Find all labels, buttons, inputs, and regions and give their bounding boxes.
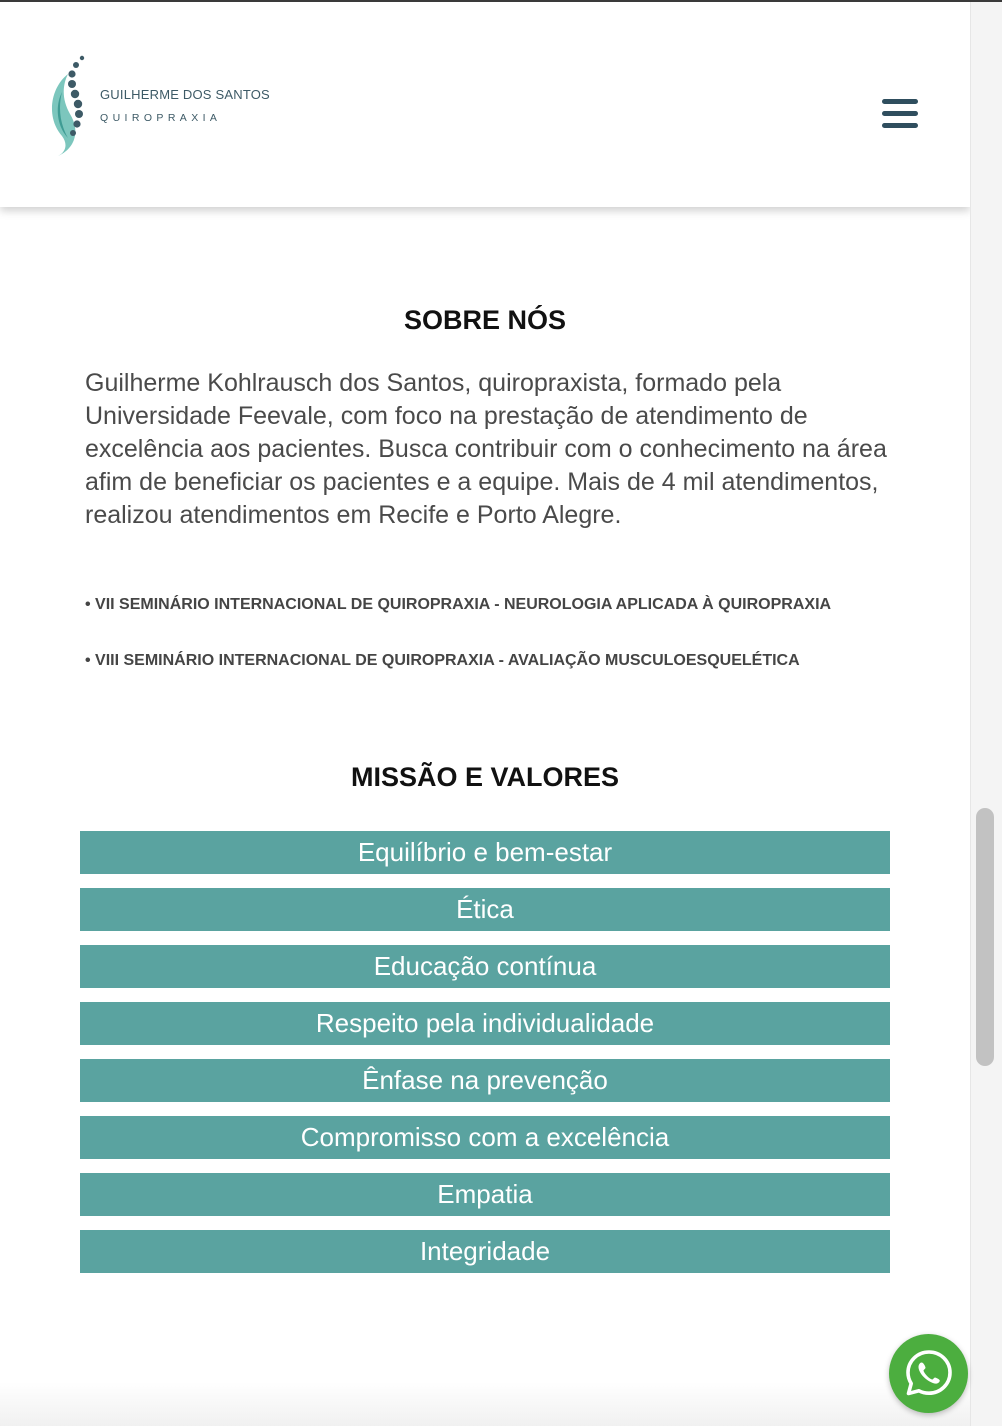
value-item-empathy: Empatia bbox=[80, 1173, 890, 1216]
brand-name: GUILHERME DOS SANTOS bbox=[100, 87, 270, 102]
scrollbar-thumb[interactable] bbox=[976, 808, 994, 1066]
certification-item: • VII SEMINÁRIO INTERNACIONAL DE QUIROPR… bbox=[85, 596, 832, 613]
certification-item: • VIII SEMINÁRIO INTERNACIONAL DE QUIROP… bbox=[85, 652, 800, 669]
scrollbar-track[interactable] bbox=[970, 2, 1002, 1426]
value-item-education: Educação contínua bbox=[80, 945, 890, 988]
hamburger-menu-icon[interactable] bbox=[882, 99, 918, 129]
brand-logo[interactable]: GUILHERME DOS SANTOS QUIROPRAXIA bbox=[46, 52, 270, 162]
value-item-balance: Equilíbrio e bem-estar bbox=[80, 831, 890, 874]
value-item-ethics: Ética bbox=[80, 888, 890, 931]
value-item-prevention: Ênfase na prevenção bbox=[80, 1059, 890, 1102]
value-item-excellence: Compromisso com a excelência bbox=[80, 1116, 890, 1159]
site-header: GUILHERME DOS SANTOS QUIROPRAXIA bbox=[0, 2, 970, 207]
bottom-fade bbox=[0, 1382, 970, 1426]
about-title: SOBRE NÓS bbox=[403, 305, 567, 335]
values-title: MISSÃO E VALORES bbox=[350, 762, 620, 792]
value-item-respect: Respeito pela individualidade bbox=[80, 1002, 890, 1045]
whatsapp-icon bbox=[906, 1350, 952, 1396]
page-viewport: GUILHERME DOS SANTOS QUIROPRAXIA SOBRE N… bbox=[0, 2, 970, 1426]
value-item-integrity: Integridade bbox=[80, 1230, 890, 1273]
spine-logo-icon bbox=[51, 55, 85, 156]
about-description: Guilherme Kohlrausch dos Santos, quiropr… bbox=[85, 369, 887, 529]
whatsapp-button[interactable] bbox=[889, 1334, 968, 1413]
values-list: Equilíbrio e bem-estar Ética Educação co… bbox=[80, 831, 890, 1287]
brand-subtitle: QUIROPRAXIA bbox=[100, 112, 222, 124]
